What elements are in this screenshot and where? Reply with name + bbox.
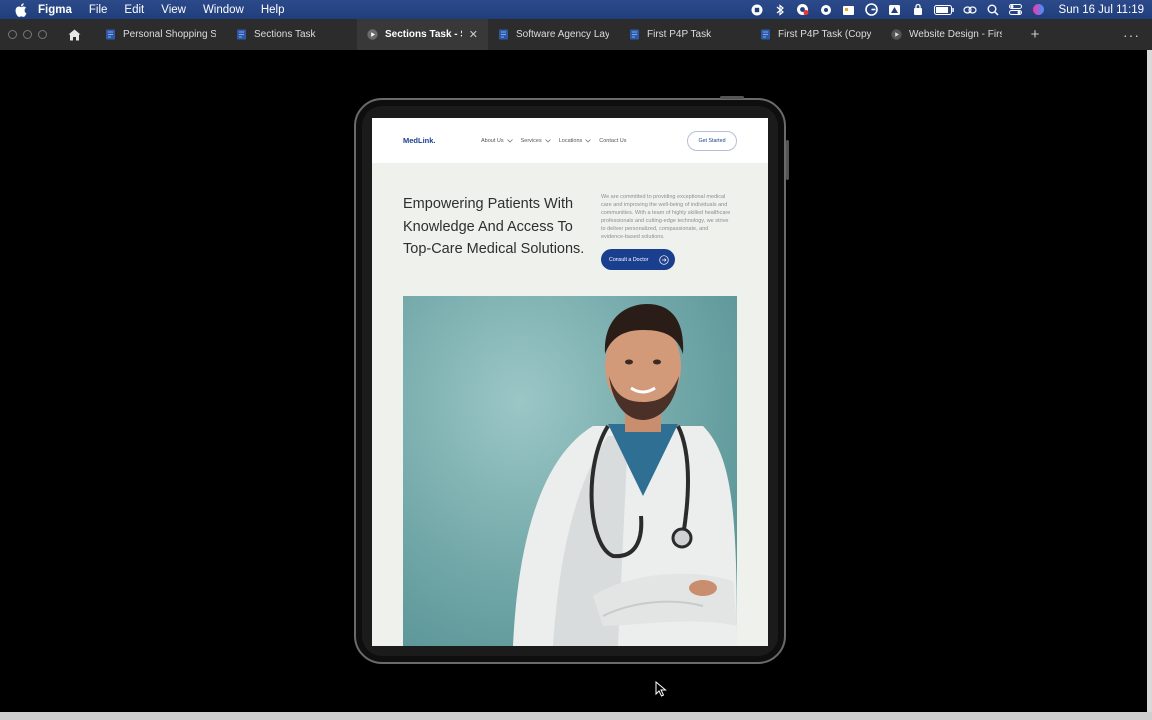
nav-services[interactable]: Services: [521, 138, 551, 144]
bluetooth-icon[interactable]: [773, 3, 787, 16]
record-icon[interactable]: [750, 3, 764, 16]
site-navbar: MedLink. About Us Services Locations Con…: [372, 118, 768, 163]
menu-window[interactable]: Window: [203, 4, 244, 16]
menu-app-name[interactable]: Figma: [38, 4, 72, 16]
tab-first-p4p[interactable]: First P4P Task: [619, 19, 750, 50]
doctor-photo: [403, 296, 737, 646]
link-icon[interactable]: [962, 3, 977, 16]
figma-file-icon: [761, 29, 770, 40]
close-tab-icon[interactable]: ✕: [469, 28, 478, 41]
cloud-icon[interactable]: [819, 3, 833, 16]
drive-icon[interactable]: [888, 3, 902, 16]
tab-label: Software Agency Lay: [516, 29, 609, 40]
more-options-button[interactable]: ···: [1123, 27, 1140, 43]
battery-icon[interactable]: [933, 3, 954, 16]
search-icon[interactable]: [986, 3, 1000, 16]
apple-icon[interactable]: [14, 2, 28, 17]
menu-bar: Figma File Edit View Window Help Sun 16 …: [0, 0, 1152, 19]
lock-icon[interactable]: [911, 3, 925, 16]
doctor-illustration: [513, 304, 737, 646]
tab-label: Sections Task: [254, 29, 316, 40]
hero-section: Empowering Patients With Knowledge And A…: [372, 163, 768, 296]
figma-file-icon: [106, 29, 115, 40]
site-nav-links: About Us Services Locations Contact Us: [481, 138, 687, 144]
figma-file-icon: [237, 29, 246, 40]
home-icon[interactable]: [61, 22, 87, 48]
siri-icon[interactable]: [1032, 3, 1046, 16]
minimize-window-button[interactable]: [23, 30, 32, 39]
play-icon: [891, 29, 902, 40]
ipad-frame: MedLink. About Us Services Locations Con…: [354, 96, 789, 664]
window-edge: [1147, 50, 1152, 720]
chevron-down-icon: [544, 138, 551, 142]
tab-sections-task-prototype[interactable]: Sections Task - Se ✕: [357, 19, 488, 50]
tab-first-p4p-copy[interactable]: First P4P Task (Copy: [750, 19, 881, 50]
tab-software-agency[interactable]: Software Agency Lay: [488, 19, 619, 50]
nav-label: Contact Us: [599, 137, 627, 144]
new-tab-button[interactable]: +: [1028, 26, 1042, 43]
tab-sections-task[interactable]: Sections Task: [226, 19, 357, 50]
nav-about-us[interactable]: About Us: [481, 138, 513, 144]
tab-personal-shopping[interactable]: Personal Shopping S: [95, 19, 226, 50]
window-bottom-edge: [0, 712, 1152, 720]
window-controls: [0, 30, 55, 39]
tab-label: First P4P Task: [647, 29, 712, 40]
get-started-button[interactable]: Get Started: [687, 130, 737, 151]
hero-right: We are committed to providing exceptiona…: [601, 193, 737, 296]
grammarly-icon[interactable]: [865, 3, 879, 16]
chevron-down-icon: [506, 138, 513, 142]
close-window-button[interactable]: [8, 30, 17, 39]
hero-headline: Empowering Patients With Knowledge And A…: [403, 196, 585, 257]
site-logo[interactable]: MedLink.: [403, 136, 481, 145]
chevron-down-icon: [585, 138, 592, 142]
nav-contact-us[interactable]: Contact Us: [599, 138, 626, 144]
mouse-cursor: [655, 681, 667, 697]
puzzle-icon[interactable]: [842, 3, 856, 16]
figma-file-icon: [499, 29, 508, 40]
nav-locations[interactable]: Locations: [559, 138, 592, 144]
nav-label: Locations: [558, 137, 583, 144]
menu-view[interactable]: View: [161, 4, 186, 16]
ipad-side-button: [786, 140, 789, 180]
chrome-icon[interactable]: [796, 3, 810, 16]
play-icon: [367, 29, 378, 40]
hero-intro: We are committed to providing exceptiona…: [601, 194, 731, 240]
menu-help[interactable]: Help: [261, 4, 285, 16]
cta-label: Consult a Doctor: [609, 256, 649, 263]
figma-tab-bar: Personal Shopping S Sections Task Sectio…: [0, 19, 1152, 50]
consult-doctor-button[interactable]: Consult a Doctor: [601, 249, 675, 270]
figma-file-icon: [630, 29, 639, 40]
arrow-right-icon: [659, 254, 669, 265]
menu-file[interactable]: File: [89, 4, 108, 16]
tab-label: Sections Task - Se: [385, 29, 462, 40]
tab-label: Website Design - Firs: [909, 29, 1002, 40]
nav-label: Services: [520, 137, 542, 144]
ipad-screen[interactable]: MedLink. About Us Services Locations Con…: [372, 118, 768, 646]
tab-label: First P4P Task (Copy: [778, 29, 871, 40]
menu-clock[interactable]: Sun 16 Jul 11:19: [1059, 4, 1144, 16]
control-center-icon[interactable]: [1009, 3, 1023, 16]
tab-label: Personal Shopping S: [123, 29, 216, 40]
menu-edit[interactable]: Edit: [124, 4, 144, 16]
nav-label: About Us: [481, 137, 504, 144]
ipad-top-button: [720, 96, 744, 99]
zoom-window-button[interactable]: [38, 30, 47, 39]
status-area: Sun 16 Jul 11:19: [750, 3, 1144, 16]
tab-website-design[interactable]: Website Design - Firs: [881, 19, 1012, 50]
